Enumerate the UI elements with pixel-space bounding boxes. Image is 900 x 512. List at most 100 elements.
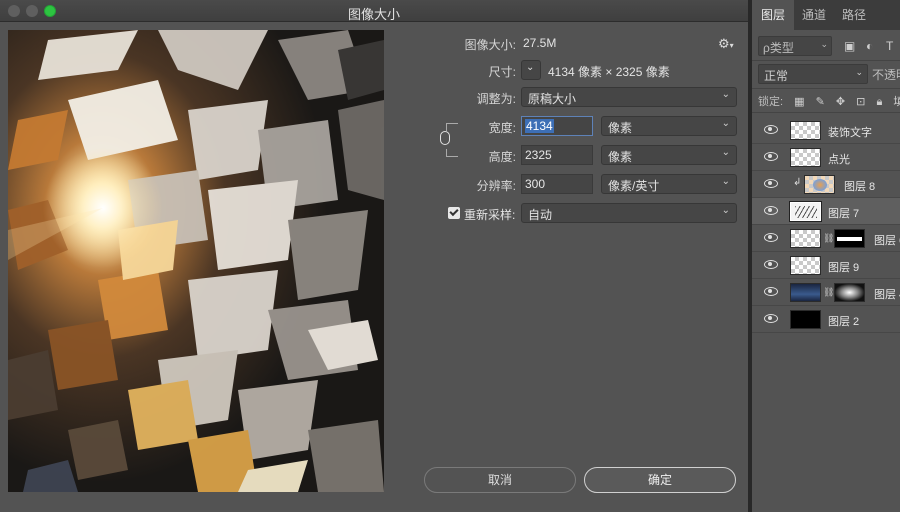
layer-thumbnail (790, 256, 821, 275)
eye-icon[interactable] (764, 233, 778, 242)
opacity-label[interactable]: 不透明 (872, 66, 900, 83)
eye-icon[interactable] (764, 287, 778, 296)
layer-thumbnail (790, 283, 821, 302)
layer-name: 图层 7 (828, 208, 860, 220)
layer-row[interactable]: ⛓ 图层 6 (752, 225, 900, 252)
tab-paths[interactable]: 路径 (834, 0, 874, 30)
layer-mask-thumbnail[interactable] (834, 229, 865, 248)
image-size-label: 图像大小: (464, 38, 516, 52)
adjustment-filter-icon[interactable]: ◐ (866, 39, 873, 53)
height-value: 2325 (525, 148, 552, 162)
height-label: 高度: (488, 150, 516, 164)
lock-image-icon[interactable]: ✎ (816, 96, 825, 108)
layer-mask-thumbnail[interactable] (834, 283, 865, 302)
photoshop-window: 图像大小 图像大小: 27.5M ⚙▾ 尺寸: ⌄ 4134 像素 × 2325… (0, 0, 900, 512)
lock-row: 锁定: ▦ ✎ ✥ ⊡ 🔒︎ 填 (758, 93, 900, 109)
layer-row[interactable]: ↲ 图层 8 (752, 171, 900, 198)
image-preview[interactable] (8, 30, 384, 492)
eye-icon[interactable] (764, 179, 778, 188)
dimensions-label: 尺寸: (488, 65, 516, 79)
dimensions-value: 4134 像素 × 2325 像素 (548, 65, 670, 79)
mask-link-icon[interactable]: ⛓ (823, 233, 834, 244)
clipping-mask-icon: ↲ (793, 177, 802, 188)
image-filter-icon[interactable]: ▣ (844, 39, 855, 53)
dimensions-unit-toggle[interactable]: ⌄ (521, 60, 541, 80)
chevron-down-icon: ⌄ (855, 67, 863, 77)
resolution-input[interactable]: 300 (521, 174, 593, 194)
eye-icon[interactable] (764, 314, 778, 323)
lock-position-icon[interactable]: ✥ (836, 96, 845, 108)
chevron-down-icon: ⌄ (526, 62, 535, 73)
layer-name: 图层 4 (874, 289, 900, 301)
preview-artwork (8, 30, 384, 492)
width-unit: 像素 (608, 121, 633, 135)
eye-icon[interactable] (764, 125, 778, 134)
mask-link-icon[interactable]: ⛓ (823, 287, 834, 298)
resolution-unit: 像素/英寸 (608, 179, 660, 193)
fill-label[interactable]: 填 (893, 96, 900, 108)
kind-filter-label: ρ类型 (763, 41, 794, 55)
resample-value: 自动 (528, 208, 553, 222)
ok-button[interactable]: 确定 (584, 467, 736, 493)
chevron-down-icon: ⌄ (721, 176, 730, 187)
width-unit-select[interactable]: 像素 ⌄ (601, 116, 737, 136)
chevron-down-icon: ⌄ (721, 205, 730, 216)
width-value: 4134 (525, 119, 554, 133)
chevron-down-icon: ⌄ (721, 118, 730, 129)
layer-row[interactable]: ⛓ 图层 4 (752, 279, 900, 306)
layer-thumbnail (790, 229, 821, 248)
lock-label: 锁定: (758, 96, 784, 108)
resample-label: 重新采样: (464, 208, 516, 222)
chevron-down-icon: ⌄ (820, 39, 828, 49)
height-input[interactable]: 2325 (521, 145, 593, 165)
eye-icon[interactable] (764, 152, 778, 161)
lock-all-icon[interactable]: 🔒︎ (876, 96, 882, 108)
filter-toolbar: ρ类型 ⌄ ▣ ◐ T (752, 32, 900, 60)
chevron-down-icon: ⌄ (721, 89, 730, 100)
layer-row[interactable]: 装饰文字 (752, 117, 900, 144)
layer-row[interactable]: 点光 (752, 144, 900, 171)
layer-row-selected[interactable]: 图层 7 (752, 198, 900, 225)
lock-transparent-icon[interactable]: ▦ (794, 96, 804, 108)
cancel-button[interactable]: 取消 (424, 467, 576, 493)
layer-thumbnail (790, 148, 821, 167)
layer-name: 图层 6 (874, 235, 900, 247)
resolution-value: 300 (525, 177, 546, 191)
width-label: 宽度: (488, 121, 516, 135)
divider (752, 88, 900, 89)
resolution-unit-select[interactable]: 像素/英寸 ⌄ (601, 174, 737, 194)
fit-to-label: 调整为: (476, 92, 516, 106)
chevron-down-icon: ⌄ (721, 147, 730, 158)
layers-panel: 图层 通道 路径 ρ类型 ⌄ ▣ ◐ T 正常 ⌄ 不透明 锁定: ▦ ✎ ✥ … (748, 0, 900, 512)
layer-name: 装饰文字 (828, 127, 872, 139)
layer-name: 图层 2 (828, 316, 860, 328)
eye-icon[interactable] (764, 206, 778, 215)
width-input[interactable]: 4134 (521, 116, 593, 136)
tab-layers[interactable]: 图层 (752, 0, 794, 30)
blend-mode-select[interactable]: 正常 ⌄ (758, 64, 868, 84)
layer-name: 图层 9 (828, 262, 860, 274)
eye-icon[interactable] (764, 260, 778, 269)
fit-to-select[interactable]: 原稿大小 ⌄ (521, 87, 737, 107)
layer-name: 图层 8 (844, 181, 876, 193)
title-bar: 图像大小 (0, 0, 748, 22)
divider (752, 112, 900, 113)
blend-mode-value: 正常 (764, 69, 789, 83)
resample-select[interactable]: 自动 ⌄ (521, 203, 737, 223)
layer-thumbnail (790, 310, 821, 329)
layer-name: 点光 (828, 154, 850, 166)
fit-to-value: 原稿大小 (528, 92, 577, 106)
height-unit-select[interactable]: 像素 ⌄ (601, 145, 737, 165)
layer-row[interactable]: 图层 9 (752, 252, 900, 279)
tab-channels[interactable]: 通道 (794, 0, 834, 30)
height-unit: 像素 (608, 150, 633, 164)
divider (752, 60, 900, 61)
gear-icon[interactable]: ⚙▾ (718, 36, 734, 52)
lock-artboard-icon[interactable]: ⊡ (856, 96, 865, 108)
type-filter-icon[interactable]: T (886, 39, 893, 53)
resample-checkbox[interactable] (448, 207, 460, 219)
resolution-label: 分辨率: (476, 179, 516, 193)
kind-filter-select[interactable]: ρ类型 ⌄ (758, 36, 832, 56)
layer-row[interactable]: 图层 2 (752, 306, 900, 333)
layer-thumbnail (789, 201, 822, 222)
